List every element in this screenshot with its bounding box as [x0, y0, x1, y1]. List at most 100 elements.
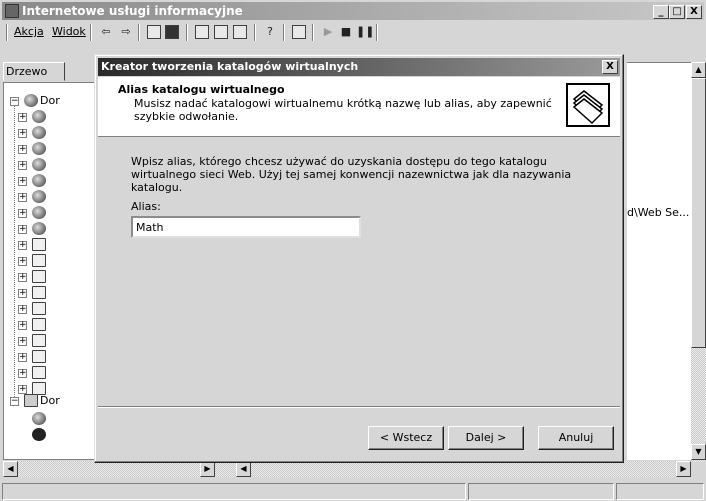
expand-icon[interactable]: +: [18, 209, 27, 218]
back-button[interactable]: < Wstecz: [368, 426, 444, 450]
dialog-close-button[interactable]: X: [602, 60, 618, 74]
help-icon[interactable]: ?: [262, 24, 278, 40]
scroll-left-icon[interactable]: ◀: [236, 461, 251, 477]
title-bar[interactable]: Internetowe usługi informacyjne _ □ X: [2, 2, 704, 20]
forward-icon[interactable]: ⇨: [118, 24, 134, 40]
scroll-up-icon[interactable]: ▲: [691, 62, 706, 78]
close-button[interactable]: X: [686, 5, 702, 19]
tree-item[interactable]: +: [8, 125, 96, 141]
path-column-text: d\Web Se...: [627, 206, 690, 219]
toolbar-separator: [138, 24, 140, 41]
alias-label: Alias:: [131, 200, 161, 213]
expand-icon[interactable]: +: [18, 145, 27, 154]
details-pane[interactable]: [627, 62, 691, 460]
folder-icon: [32, 254, 46, 267]
properties-icon[interactable]: [214, 25, 228, 39]
tree-item[interactable]: +: [8, 365, 96, 381]
toolbar-separator: [312, 24, 314, 41]
expand-icon[interactable]: +: [18, 305, 27, 314]
wizard-step-title: Alias katalogu wirtualnego: [118, 83, 285, 96]
collapse-icon[interactable]: −: [10, 397, 19, 406]
tree-horizontal-scrollbar[interactable]: [3, 461, 233, 477]
status-bar: [0, 480, 706, 501]
expand-icon[interactable]: +: [18, 337, 27, 346]
expand-icon[interactable]: +: [18, 353, 27, 362]
expand-icon[interactable]: +: [18, 289, 27, 298]
tree-item[interactable]: +: [8, 333, 96, 349]
expand-icon[interactable]: +: [18, 177, 27, 186]
web-site-icon: [32, 174, 46, 187]
folders-icon: [566, 83, 610, 127]
expand-icon[interactable]: +: [18, 225, 27, 234]
iis-app-icon: [5, 4, 19, 18]
web-site-icon: [32, 190, 46, 203]
menu-widok[interactable]: Widok: [52, 25, 86, 38]
back-icon[interactable]: ⇦: [98, 24, 114, 40]
expand-icon[interactable]: +: [18, 161, 27, 170]
vertical-scroll-thumb[interactable]: [691, 78, 706, 348]
expand-icon[interactable]: +: [18, 193, 27, 202]
computer-icon[interactable]: [292, 25, 306, 39]
next-button[interactable]: Dalej >: [448, 426, 524, 450]
tree-pane[interactable]: − Dor + + + + + + + + + + + + + + + + + …: [3, 82, 95, 460]
expand-icon[interactable]: +: [18, 241, 27, 250]
pause-icon[interactable]: ❚❚: [356, 24, 374, 40]
scroll-down-icon[interactable]: ▼: [691, 444, 706, 460]
tree-item[interactable]: [8, 411, 96, 427]
tree-item[interactable]: +: [8, 205, 96, 221]
play-icon[interactable]: ▶: [320, 24, 336, 40]
tab-drzewo[interactable]: Drzewo: [3, 62, 65, 81]
details-horizontal-scrollbar[interactable]: [233, 461, 691, 477]
tree-item[interactable]: +: [8, 141, 96, 157]
expand-icon[interactable]: +: [18, 113, 27, 122]
dialog-title-bar[interactable]: Kreator tworzenia katalogów wirtualnych …: [98, 58, 620, 76]
tree-item-second-root[interactable]: − Dor: [8, 393, 96, 409]
tree-item[interactable]: +: [8, 269, 96, 285]
tree-item-label: Dor: [40, 394, 60, 407]
tree-item[interactable]: +: [8, 237, 96, 253]
up-icon[interactable]: [147, 25, 161, 39]
scroll-left-icon[interactable]: ◀: [3, 461, 18, 477]
show-hide-tree-icon[interactable]: [165, 25, 179, 39]
tree-item[interactable]: +: [8, 253, 96, 269]
dialog-title: Kreator tworzenia katalogów wirtualnych: [101, 60, 359, 73]
tree-item[interactable]: +: [8, 317, 96, 333]
expand-icon[interactable]: +: [18, 321, 27, 330]
tree-item[interactable]: [8, 427, 96, 443]
tree-item[interactable]: +: [8, 109, 96, 125]
toolbar-separator: [186, 24, 188, 41]
minimize-button[interactable]: _: [653, 5, 669, 19]
tree-item[interactable]: +: [8, 189, 96, 205]
tree-item[interactable]: +: [8, 157, 96, 173]
expand-icon[interactable]: +: [18, 273, 27, 282]
expand-icon[interactable]: +: [18, 257, 27, 266]
collapse-icon[interactable]: −: [10, 97, 19, 106]
refresh-icon[interactable]: [233, 25, 247, 39]
maximize-button[interactable]: □: [669, 5, 685, 19]
folder-icon: [32, 350, 46, 363]
wizard-header: Alias katalogu wirtualnego Musisz nadać …: [98, 77, 620, 137]
cancel-button[interactable]: Anuluj: [538, 426, 614, 450]
service-icon: [32, 412, 46, 425]
folder-icon: [32, 286, 46, 299]
web-site-icon: [32, 158, 46, 171]
footer-divider: [98, 406, 620, 408]
scroll-right-icon[interactable]: ▶: [676, 461, 691, 477]
tree-item[interactable]: +: [8, 285, 96, 301]
tree-item[interactable]: +: [8, 301, 96, 317]
expand-icon[interactable]: +: [18, 129, 27, 138]
stop-icon[interactable]: ■: [338, 24, 354, 40]
tree-item[interactable]: +: [8, 221, 96, 237]
scroll-right-icon[interactable]: ▶: [200, 461, 215, 477]
ftp-site-icon: [32, 110, 46, 123]
expand-icon[interactable]: +: [18, 369, 27, 378]
status-cell: [2, 483, 466, 500]
status-cell: [616, 483, 704, 500]
alias-input[interactable]: [131, 216, 361, 238]
export-icon[interactable]: [195, 25, 209, 39]
tree-item[interactable]: +: [8, 173, 96, 189]
tree-item[interactable]: +: [8, 349, 96, 365]
folder-icon: [32, 238, 46, 251]
tree-item-root[interactable]: − Dor: [8, 93, 96, 109]
menu-akcja[interactable]: Akcja: [14, 25, 44, 38]
